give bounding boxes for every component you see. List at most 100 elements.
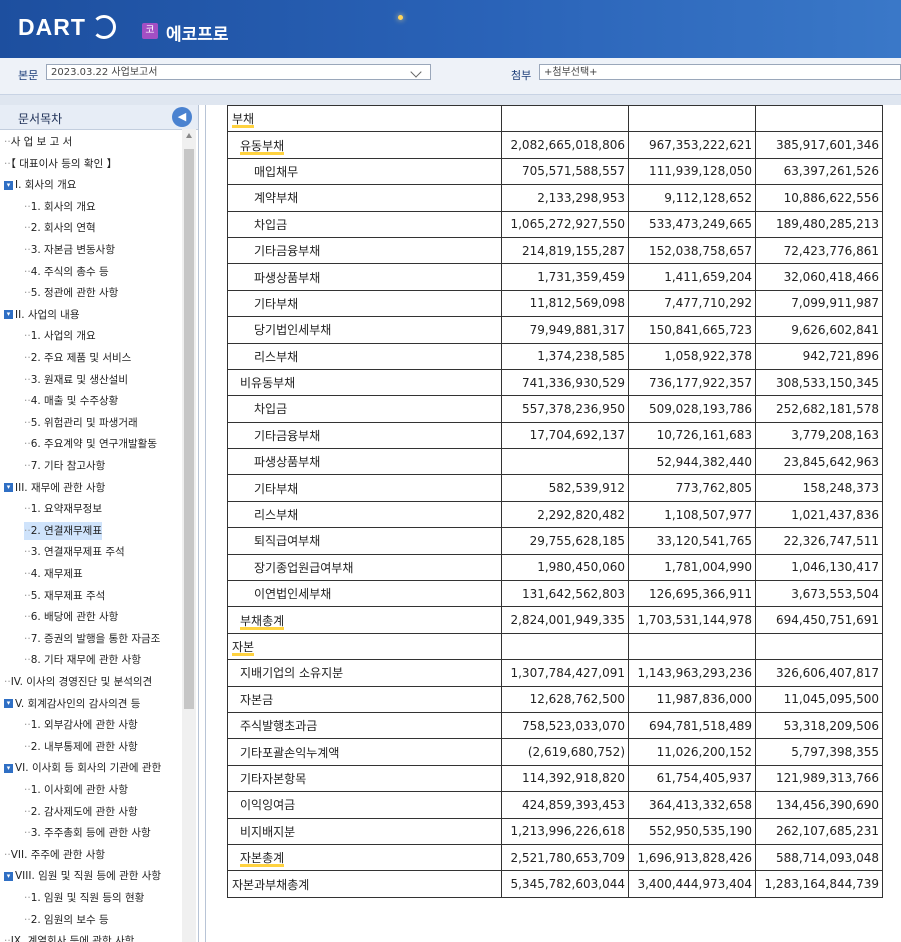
toc-item-label: 5. 위험관리 및 파생거래: [30, 416, 138, 429]
toc-item-label: 5. 정관에 관한 사항: [30, 287, 119, 300]
row-label-cell: 장기종업원급여부채: [227, 553, 502, 582]
toc-item-label: 5. 재무제표 주석: [30, 589, 106, 602]
expand-toggle-icon[interactable]: ▾: [4, 310, 13, 320]
toc-item[interactable]: ··3. 자본금 변동사항: [24, 241, 115, 259]
toc-item-label: 4. 주식의 총수 등: [30, 265, 109, 278]
row-label-cell: 당기법인세부채: [227, 316, 502, 344]
table-row: 당기법인세부채 79,949,881,317 150,841,665,723 9,62…: [227, 316, 883, 344]
toc-item[interactable]: ··3. 연결재무제표 주석: [24, 543, 125, 561]
value-cell: 705,571,588,557: [501, 157, 629, 186]
toc-item[interactable]: ▾ VI. 이사회 등 회사의 기관에 관한: [4, 759, 161, 777]
toc-item-label: 1. 사업의 개요: [30, 330, 96, 343]
toc-item-label: II. 사업의 내용: [15, 308, 80, 321]
row-label: 매입채무: [254, 164, 299, 179]
toc-item[interactable]: ··7. 기타 참고사항: [24, 457, 105, 475]
toc-item[interactable]: ··1. 요약재무정보: [24, 500, 102, 518]
value-cell: 7,477,710,292: [628, 289, 756, 318]
table-row: 차입금 1,065,272,927,550 533,473,249,665 189,4…: [227, 210, 883, 238]
toc-item-label: 8. 기타 재무에 관한 사항: [30, 654, 141, 667]
table-row: 계약부채 2,133,298,953 9,112,128,652 10,886,622…: [227, 184, 883, 212]
scrollbar-thumb[interactable]: [184, 149, 194, 709]
value-cell: 214,819,155,287: [501, 236, 629, 265]
toc-item[interactable]: ··3. 원재료 및 생산설비: [24, 371, 128, 389]
expand-toggle-icon[interactable]: ▾: [4, 871, 13, 881]
scroll-up-icon[interactable]: [186, 133, 192, 138]
sidebar-scrollbar[interactable]: [182, 129, 196, 942]
toc-item[interactable]: ··1. 사업의 개요: [24, 327, 96, 345]
toc-item[interactable]: ··5. 정관에 관한 사항: [24, 284, 118, 302]
value-cell: 1,143,963,293,236: [628, 659, 756, 687]
value-cell: 2,824,001,949,335: [501, 606, 629, 634]
toc-item-label: VI. 이사회 등 회사의 기관에 관한: [15, 762, 162, 775]
company-badge-icon: 코: [142, 23, 158, 39]
tree-connector: ··: [24, 611, 31, 624]
table-row: 주식발행초과금 758,523,033,070 694,781,518,489 53,…: [227, 711, 883, 740]
toc-item[interactable]: ··2. 내부통제에 관한 사항: [24, 738, 138, 756]
toc-item[interactable]: ··6. 주요계약 및 연구개발활동: [24, 435, 157, 453]
toc-item[interactable]: ··2. 감사제도에 관한 사항: [24, 803, 138, 821]
expand-toggle-icon[interactable]: ▾: [4, 763, 13, 773]
toc-item[interactable]: ▾ II. 사업의 내용: [4, 306, 80, 324]
toc-item[interactable]: ··3. 주주총회 등에 관한 사항: [24, 824, 151, 842]
toc-item[interactable]: ··6. 배당에 관한 사항: [24, 608, 118, 626]
row-label: 장기종업원급여부채: [254, 560, 354, 575]
toc-item[interactable]: ▾ III. 재무에 관한 사항: [4, 479, 105, 497]
toc-item[interactable]: ··4. 매출 및 수주상황: [24, 392, 118, 410]
row-label: 유동부채: [240, 138, 285, 155]
company-name: 에코프로: [166, 25, 229, 45]
toc-item[interactable]: ··1. 임원 및 직원 등의 현황: [24, 889, 144, 907]
toc-item[interactable]: ··2. 임원의 보수 등: [24, 911, 109, 929]
toc-item[interactable]: ··1. 이사회에 관한 사항: [24, 781, 128, 799]
value-cell: 63,397,261,526: [755, 157, 883, 186]
toc-item[interactable]: ··사 업 보 고 서: [4, 133, 72, 151]
toc-item[interactable]: ▾ I. 회사의 개요: [4, 176, 76, 194]
toc-item-label: 1. 외부감사에 관한 사항: [30, 719, 138, 732]
collapse-sidebar-button[interactable]: ◀: [172, 107, 192, 127]
dart-logo-icon: [92, 15, 116, 39]
toc-tree: ··사 업 보 고 서 ··【 대표이사 등의 확인 】 ▾ I. 회사의 개요 ··1…: [0, 129, 182, 942]
value-cell: 17,704,692,137: [501, 421, 629, 450]
toc-item[interactable]: ··2. 회사의 연혁: [24, 219, 96, 237]
value-cell: 1,703,531,144,978: [628, 606, 756, 634]
toc-item[interactable]: ··【 대표이사 등의 확인 】: [4, 155, 117, 173]
row-label-cell: 계약부채: [227, 184, 502, 212]
row-label: 자본금: [240, 692, 274, 707]
value-cell: [501, 448, 629, 476]
toc-item[interactable]: ··5. 재무제표 주석: [24, 587, 105, 605]
table-row: 매입채무 705,571,588,557 111,939,128,050 63,397…: [227, 157, 883, 186]
row-label-cell: 부채총계: [227, 606, 502, 634]
toc-item-label: 3. 자본금 변동사항: [30, 244, 116, 256]
attach-select[interactable]: +첨부선택+: [539, 64, 901, 80]
toc-item-label: 4. 재무제표: [30, 568, 83, 580]
toc-item[interactable]: ··8. 기타 재무에 관한 사항: [24, 651, 141, 669]
toc-item[interactable]: ··4. 재무제표: [24, 565, 83, 583]
toc-item[interactable]: ··4. 주식의 총수 등: [24, 263, 109, 281]
expand-toggle-icon[interactable]: ▾: [4, 483, 13, 493]
value-cell: 1,283,164,844,739: [755, 870, 883, 898]
tree-connector: ··: [4, 157, 11, 170]
toc-item[interactable]: ··2. 연결재무제표: [24, 521, 103, 540]
expand-toggle-icon[interactable]: ▾: [4, 699, 13, 709]
toc-item[interactable]: ··1. 외부감사에 관한 사항: [24, 716, 138, 734]
toc-sidebar: 문서목차 ◀ ··사 업 보 고 서 ··【 대표이사 등의 확인 】 ▾ I. 회사…: [0, 105, 199, 942]
value-cell: 5,345,782,603,044: [501, 870, 629, 898]
body-select[interactable]: 2023.03.22 사업보고서: [46, 64, 431, 80]
toc-item[interactable]: ··1. 회사의 개요: [24, 198, 96, 216]
value-cell: 326,606,407,817: [755, 659, 883, 687]
toc-item[interactable]: ▾ V. 회계감사인의 감사의견 등: [4, 695, 140, 713]
table-row: 자본총계 2,521,780,653,709 1,696,913,828,426 58…: [227, 843, 883, 872]
tree-connector: ··: [24, 416, 31, 429]
toc-item[interactable]: ··5. 위험관리 및 파생거래: [24, 414, 138, 432]
row-label: 지배기업의 소유지분: [240, 666, 344, 681]
expand-toggle-icon[interactable]: ▾: [4, 180, 13, 190]
row-label-cell: 비지배지분: [227, 817, 502, 845]
toc-item[interactable]: ··VII. 주주에 관한 사항: [4, 846, 105, 864]
toc-item[interactable]: ··IX. 계열회사 등에 관한 사항: [4, 932, 134, 942]
toc-item[interactable]: ▾ VIII. 임원 및 직원 등에 관한 사항: [4, 867, 161, 885]
toc-item[interactable]: ··7. 증권의 발행을 통한 자금조: [24, 630, 160, 648]
toc-item[interactable]: ··IV. 이사의 경영진단 및 분석의견: [4, 673, 152, 691]
tree-connector: ··: [24, 244, 31, 256]
document-bar: 본문 2023.03.22 사업보고서 첨부 +첨부선택+: [0, 58, 901, 95]
toc-item[interactable]: ··2. 주요 제품 및 서비스: [24, 349, 131, 367]
dart-logo[interactable]: DART: [18, 14, 86, 41]
